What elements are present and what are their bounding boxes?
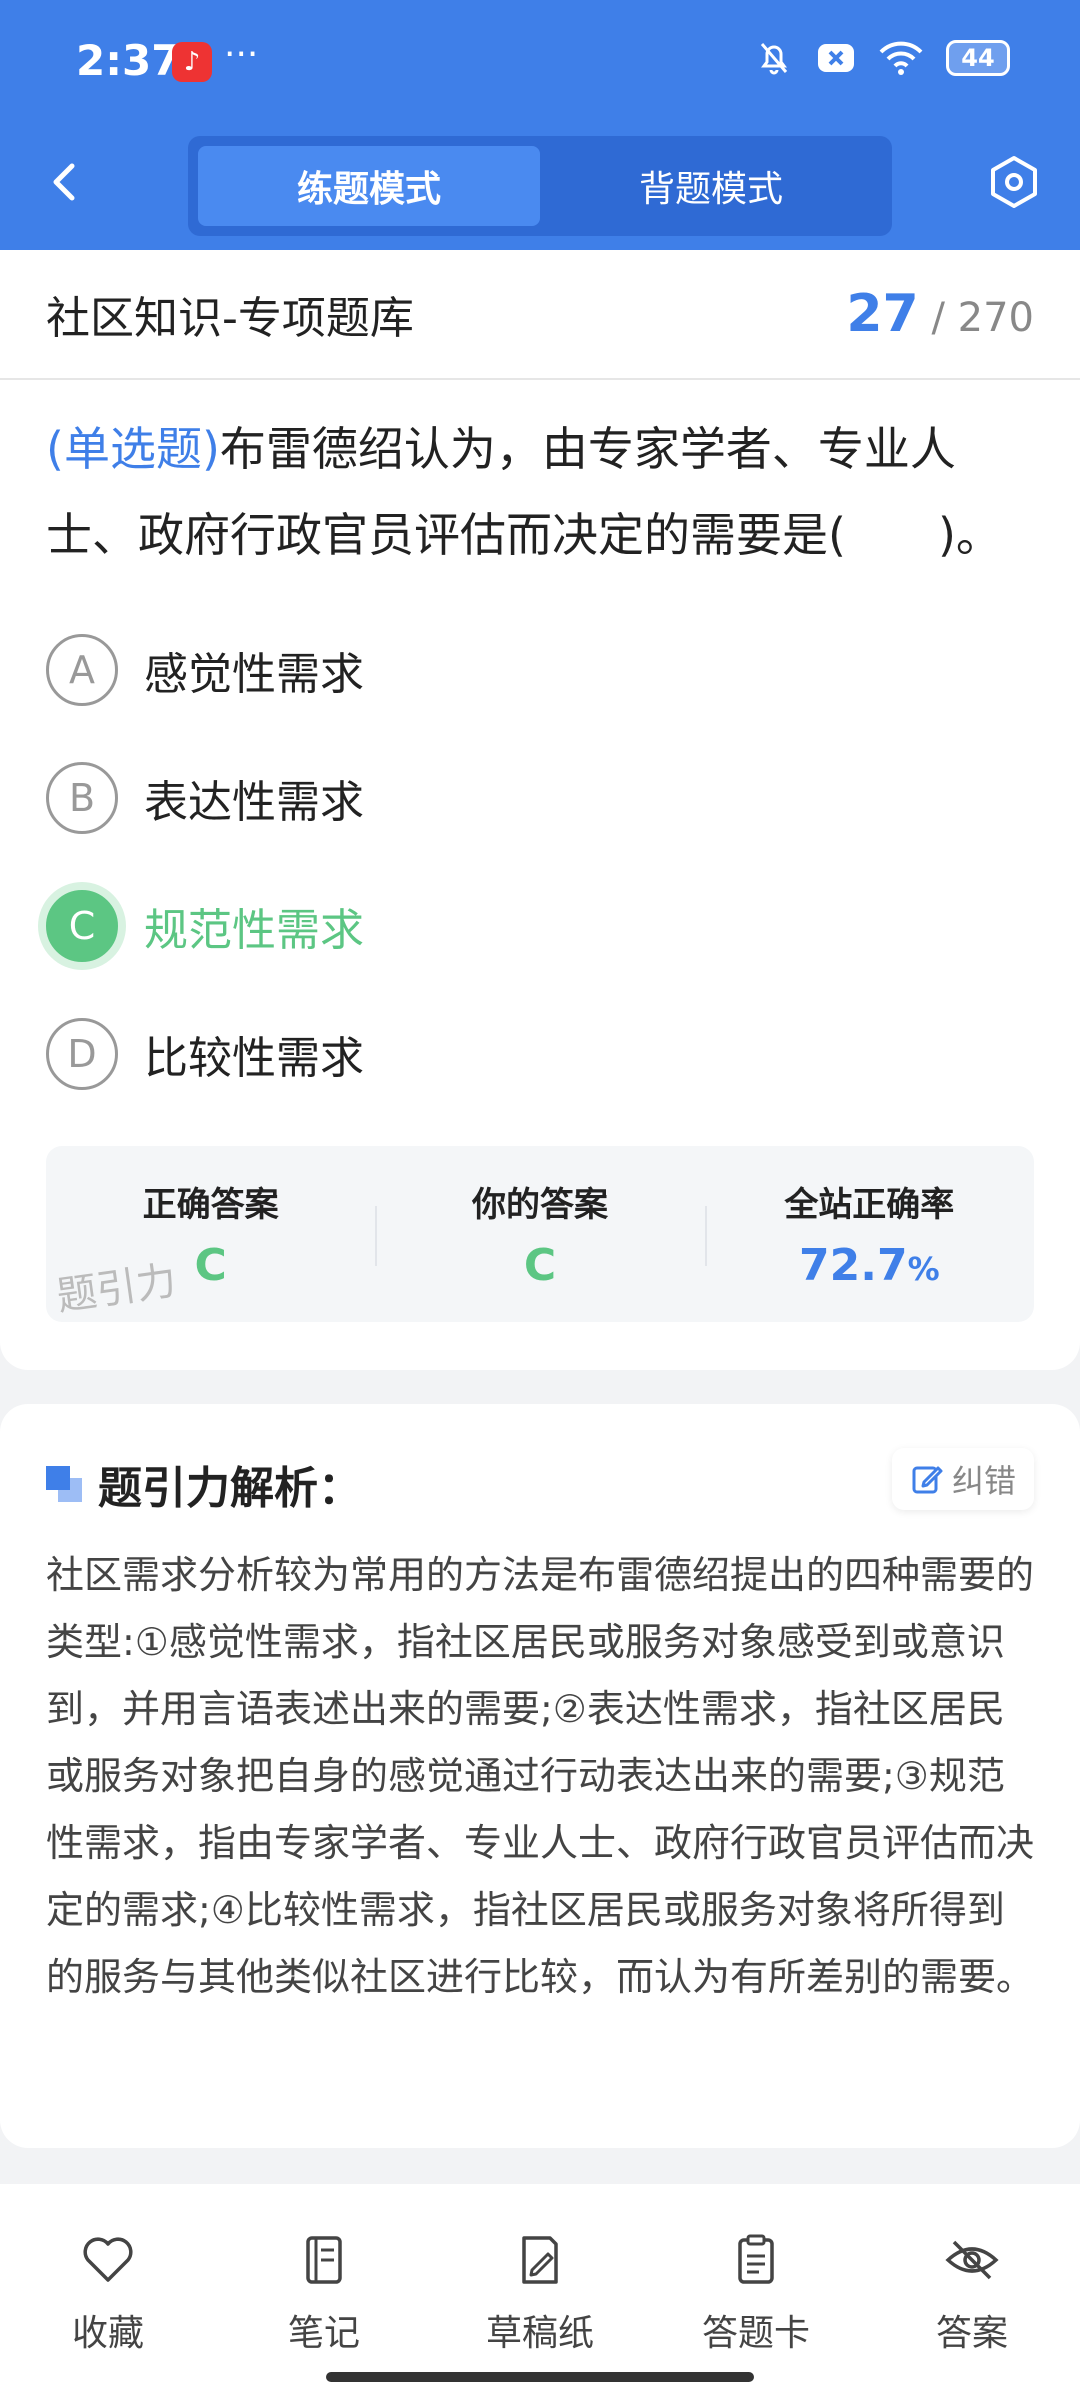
option-letter: B bbox=[46, 762, 118, 834]
mute-bell-icon bbox=[760, 43, 788, 75]
analysis-header: 题引力解析： bbox=[46, 1452, 362, 1516]
answer-toggle-button[interactable]: 答案 bbox=[864, 2184, 1080, 2400]
settings-hexagon-icon bbox=[991, 156, 1037, 208]
status-icons: 44 bbox=[754, 38, 1010, 78]
analysis-squares-icon bbox=[46, 1466, 82, 1502]
netease-music-icon: ♪ bbox=[172, 42, 212, 82]
clipboard-icon bbox=[738, 2234, 774, 2284]
scratch-paper-button[interactable]: 草稿纸 bbox=[432, 2184, 648, 2400]
report-error-button[interactable]: 纠错 bbox=[891, 1448, 1034, 1510]
analysis-title: 题引力解析： bbox=[98, 1463, 362, 1514]
bottom-toolbar: 收藏 笔记 草稿纸 答题卡 答案 bbox=[0, 2184, 1080, 2400]
option-text: 表达性需求 bbox=[144, 777, 364, 828]
site-accuracy: 全站正确率 72.7% bbox=[704, 1146, 1034, 1322]
option-letter: A bbox=[46, 634, 118, 706]
bank-title: 社区知识-专项题库 bbox=[46, 293, 414, 344]
correct-answer-label: 正确答案 bbox=[142, 1185, 279, 1225]
your-answer-value: C bbox=[523, 1240, 557, 1291]
analysis-text: 社区需求分析较为常用的方法是布雷德绍提出的四种需要的类型:①感觉性需求，指社区居… bbox=[46, 1553, 1035, 1999]
notes-button[interactable]: 笔记 bbox=[216, 2184, 432, 2400]
header: 2:37 ♪ ··· 44 练题模式 背题模式 bbox=[0, 0, 1080, 250]
notebook-icon bbox=[306, 2236, 342, 2284]
total-count: 270 bbox=[957, 295, 1034, 341]
eye-off-icon bbox=[945, 2240, 999, 2280]
favorite-button[interactable]: 收藏 bbox=[0, 2184, 216, 2400]
analysis-card: 题引力解析： 纠错 社区需求分析较为常用的方法是布雷德绍提出的四种需要的类型:①… bbox=[0, 1404, 1080, 2148]
home-indicator[interactable] bbox=[326, 2372, 754, 2382]
your-answer-label: 你的答案 bbox=[471, 1185, 608, 1225]
title-bar: 社区知识-专项题库 27 / 270 bbox=[0, 250, 1080, 380]
answer-summary: 正确答案 C 题引力 你的答案 C 全站正确率 72.7% bbox=[46, 1146, 1034, 1322]
scratch-paper-label: 草稿纸 bbox=[485, 2313, 594, 2354]
draft-pencil-icon bbox=[522, 2236, 558, 2284]
answer-sheet-button[interactable]: 答题卡 bbox=[648, 2184, 864, 2400]
report-error-label: 纠错 bbox=[951, 1462, 1016, 1500]
battery-indicator: 44 bbox=[946, 40, 1010, 76]
option-b[interactable]: B 表达性需求 bbox=[46, 734, 1034, 862]
option-text: 比较性需求 bbox=[144, 1033, 364, 1084]
mode-switch: 练题模式 背题模式 bbox=[188, 136, 892, 236]
rate-number: 72.7 bbox=[799, 1240, 908, 1291]
options-list: A 感觉性需求 B 表达性需求 C 规范性需求 D 比较性需求 bbox=[0, 578, 1080, 1118]
option-d[interactable]: D 比较性需求 bbox=[46, 990, 1034, 1118]
edit-icon bbox=[912, 1466, 943, 1494]
question-progress: 27 / 270 bbox=[846, 284, 1034, 344]
heart-icon bbox=[83, 2237, 133, 2282]
progress-separator: / bbox=[931, 295, 945, 341]
watermark: 题引力 bbox=[53, 1257, 180, 1321]
question-stem: (单选题)布雷德绍认为，由专家学者、专业人士、政府行政官员评估而决定的需要是( … bbox=[0, 380, 1080, 578]
correct-answer: 正确答案 C 题引力 bbox=[46, 1146, 375, 1322]
favorite-label: 收藏 bbox=[71, 2313, 144, 2354]
notes-label: 笔记 bbox=[287, 2313, 360, 2354]
option-text: 规范性需求 bbox=[144, 905, 364, 956]
option-letter: D bbox=[46, 1018, 118, 1090]
status-time: 2:37 bbox=[76, 36, 181, 85]
tab-practice-mode[interactable]: 练题模式 bbox=[198, 146, 540, 226]
chevron-left-icon bbox=[53, 163, 75, 201]
back-button[interactable] bbox=[36, 152, 96, 212]
option-letter: C bbox=[46, 890, 118, 962]
wifi-icon bbox=[879, 41, 923, 75]
rate-unit: % bbox=[907, 1250, 940, 1288]
option-c[interactable]: C 规范性需求 bbox=[46, 862, 1034, 990]
correct-answer-value: C bbox=[194, 1240, 227, 1291]
option-a[interactable]: A 感觉性需求 bbox=[46, 606, 1034, 734]
site-accuracy-label: 全站正确率 bbox=[784, 1185, 955, 1225]
question-card: 社区知识-专项题库 27 / 270 (单选题)布雷德绍认为，由专家学者、专业人… bbox=[0, 250, 1080, 1370]
option-text: 感觉性需求 bbox=[144, 649, 364, 700]
current-index: 27 bbox=[846, 284, 919, 344]
answer-toggle-label: 答案 bbox=[935, 2313, 1008, 2354]
settings-button[interactable] bbox=[984, 152, 1044, 212]
site-accuracy-value: 72.7% bbox=[799, 1240, 940, 1291]
status-more-dots: ··· bbox=[224, 34, 259, 75]
answer-sheet-label: 答题卡 bbox=[701, 2313, 810, 2354]
sim-x-icon bbox=[818, 44, 854, 72]
your-answer: 你的答案 C bbox=[375, 1146, 704, 1322]
tab-memorize-mode[interactable]: 背题模式 bbox=[540, 146, 882, 226]
question-type: (单选题) bbox=[46, 422, 220, 476]
